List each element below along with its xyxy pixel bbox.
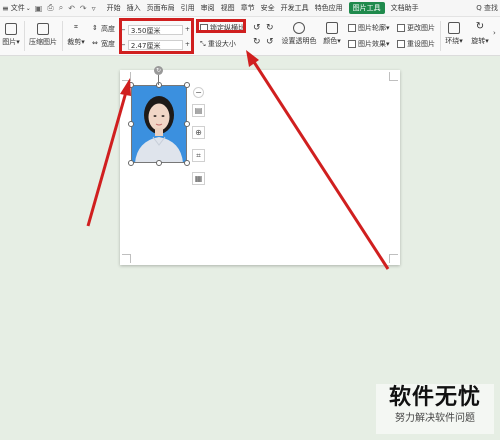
arrow-to-lock-ratio: [246, 50, 390, 270]
watermark-logo: 软件无忧 努力解决软件问题: [376, 384, 494, 434]
annotation-arrows: [86, 50, 390, 270]
watermark-title: 软件无忧: [388, 385, 481, 410]
watermark-subtitle: 努力解决软件问题: [395, 413, 475, 424]
arrow-to-size-fields: [86, 78, 131, 227]
